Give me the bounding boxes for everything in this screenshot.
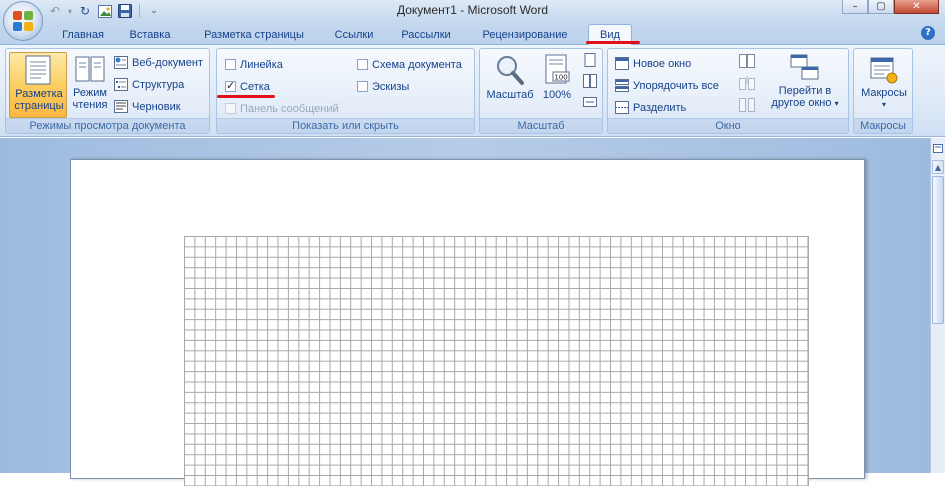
macros-button[interactable]: Макросы ▾	[856, 52, 912, 118]
tab-page-layout[interactable]: Разметка страницы	[193, 26, 315, 45]
office-button[interactable]	[3, 1, 43, 41]
synchronous-scrolling-icon	[739, 76, 755, 93]
gridlines-checkbox[interactable]	[225, 79, 236, 92]
tab-review[interactable]: Рецензирование	[471, 26, 579, 45]
view-side-by-side-icon[interactable]	[739, 54, 755, 71]
vertical-scrollbar[interactable]: ▲	[930, 138, 945, 473]
gridlines-checkbox-row[interactable]: Сетка	[225, 77, 270, 96]
minimize-button[interactable]: –	[842, 0, 868, 14]
document-map-checkbox[interactable]	[357, 59, 368, 70]
view-ruler-icon[interactable]	[932, 142, 944, 156]
office-logo-icon	[13, 11, 33, 31]
print-layout-label: Разметка страницы	[14, 88, 64, 112]
group-label-zoom: Масштаб	[480, 118, 602, 133]
switch-windows-icon	[790, 54, 819, 80]
tab-home[interactable]: Главная	[54, 26, 112, 45]
print-layout-icon	[25, 55, 51, 85]
switch-windows-dropdown-icon: ▾	[834, 99, 839, 108]
thumbnails-label: Эскизы	[372, 80, 410, 93]
gridlines-overlay	[184, 236, 809, 486]
scroll-up-arrow-icon[interactable]: ▲	[932, 160, 944, 174]
document-map-checkbox-row[interactable]: Схема документа	[357, 55, 462, 74]
split-icon	[615, 101, 629, 114]
page-100-icon-text: 100	[554, 74, 567, 82]
switch-windows-label-line2-text: другое окно	[771, 97, 832, 109]
magnifier-icon	[497, 56, 524, 85]
zoom-100-label: 100%	[542, 89, 572, 101]
scroll-thumb[interactable]	[932, 176, 944, 324]
page-100-icon: 100	[545, 54, 570, 84]
zoom-button[interactable]: Масштаб	[482, 52, 538, 118]
switch-windows-label-line1: Перейти в	[778, 85, 832, 97]
new-window-icon	[615, 57, 629, 70]
group-macros: Макросы ▾ Макросы	[853, 48, 913, 134]
tab-insert[interactable]: Вставка	[122, 26, 178, 45]
annotation-underline-view-tab	[586, 41, 640, 44]
full-screen-reading-button[interactable]: Режим чтения	[69, 52, 111, 118]
draft-button[interactable]: Черновик	[114, 97, 181, 116]
tab-mailings[interactable]: Рассылки	[393, 26, 459, 45]
web-layout-button[interactable]: Веб-документ	[114, 53, 203, 72]
reading-mode-label: Режим чтения	[72, 87, 108, 111]
reading-mode-icon	[75, 56, 105, 82]
ruler-checkbox-row[interactable]: Линейка	[225, 55, 283, 74]
group-zoom: Масштаб 100 100% Масштаб	[479, 48, 603, 134]
group-label-window: Окно	[608, 118, 848, 133]
title-bar: ↶ ▾ ↻ ⌄ Документ1 - Microsoft Word – ▢ ✕	[0, 0, 945, 22]
web-layout-icon	[114, 56, 128, 69]
annotation-underline-gridlines	[217, 95, 275, 98]
gridlines-label: Сетка	[240, 80, 270, 93]
help-icon[interactable]: ?	[921, 26, 935, 40]
one-page-icon[interactable]	[583, 53, 597, 70]
switch-windows-label-line2: другое окно ▾	[764, 97, 846, 110]
thumbnails-checkbox-row[interactable]: Эскизы	[357, 77, 409, 96]
document-map-label: Схема документа	[372, 58, 462, 71]
draft-icon	[114, 100, 128, 113]
group-label-show-hide: Показать или скрыть	[217, 118, 474, 133]
outline-icon	[114, 78, 128, 91]
macros-icon	[870, 57, 898, 84]
document-page[interactable]	[70, 159, 865, 486]
group-window: Новое окно Упорядочить все Разделить Пер…	[607, 48, 849, 134]
arrange-all-icon	[615, 79, 629, 92]
print-layout-button[interactable]: Разметка страницы	[9, 52, 67, 118]
group-label-macros: Макросы	[854, 118, 912, 133]
group-label-document-views: Режимы просмотра документа	[6, 118, 209, 133]
draft-label: Черновик	[132, 100, 181, 113]
window-controls: – ▢ ✕	[842, 0, 939, 14]
maximize-button[interactable]: ▢	[868, 0, 894, 14]
new-window-button[interactable]: Новое окно	[615, 54, 691, 73]
ribbon: Разметка страницы Режим чтения Веб-докум…	[0, 45, 945, 137]
close-button[interactable]: ✕	[894, 0, 939, 14]
arrange-all-label: Упорядочить все	[633, 79, 719, 92]
outline-button[interactable]: Структура	[114, 75, 184, 94]
ruler-checkbox[interactable]	[225, 59, 236, 70]
zoom-label: Масштаб	[486, 89, 534, 101]
switch-windows-button[interactable]: Перейти в другое окно ▾	[764, 52, 846, 118]
group-show-hide: Линейка Сетка Панель сообщений Схема док…	[216, 48, 475, 134]
outline-label: Структура	[132, 78, 185, 91]
web-layout-label: Веб-документ	[132, 56, 203, 69]
split-label: Разделить	[633, 101, 687, 114]
zoom-100-button[interactable]: 100 100%	[538, 52, 576, 118]
thumbnails-checkbox[interactable]	[357, 81, 368, 92]
macros-label: Макросы	[861, 87, 907, 99]
message-bar-checkbox-row: Панель сообщений	[225, 99, 339, 118]
tab-references[interactable]: Ссылки	[324, 26, 384, 45]
message-bar-checkbox	[225, 103, 236, 114]
macros-dropdown-icon: ▾	[881, 100, 886, 109]
two-pages-icon[interactable]	[583, 74, 597, 91]
arrange-all-button[interactable]: Упорядочить все	[615, 76, 719, 95]
message-bar-label: Панель сообщений	[240, 102, 339, 115]
reset-window-position-icon	[739, 98, 755, 115]
ruler-label: Линейка	[240, 58, 283, 71]
group-document-views: Разметка страницы Режим чтения Веб-докум…	[5, 48, 210, 134]
window-title: Документ1 - Microsoft Word	[396, 3, 549, 17]
split-button[interactable]: Разделить	[615, 98, 686, 117]
document-workspace	[0, 138, 930, 486]
page-width-icon[interactable]	[583, 95, 597, 112]
new-window-label: Новое окно	[633, 57, 692, 70]
ribbon-tab-bar: Главная Вставка Разметка страницы Ссылки…	[0, 22, 945, 46]
